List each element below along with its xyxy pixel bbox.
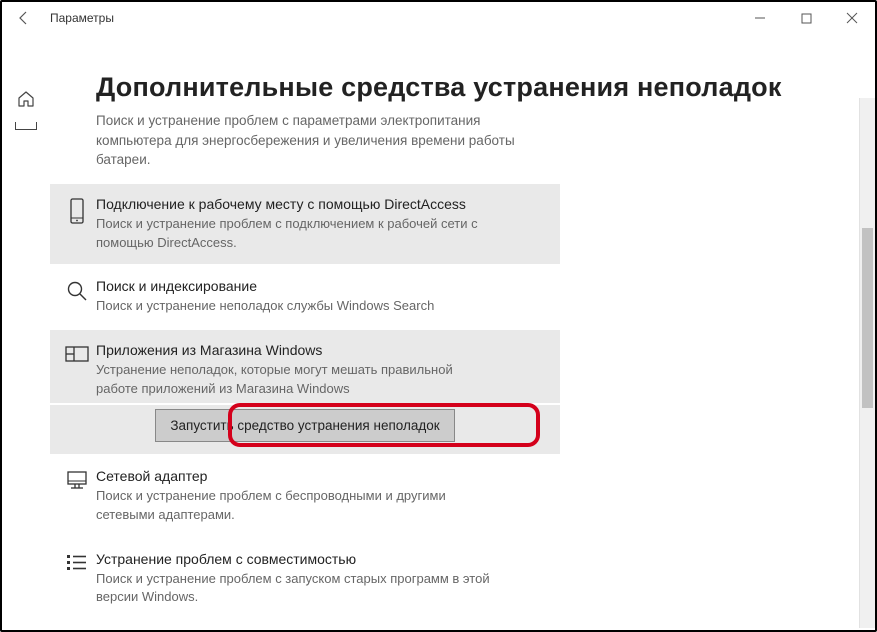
- close-button[interactable]: [829, 2, 875, 34]
- item-title: Подключение к рабочему месту с помощью D…: [96, 196, 548, 212]
- page-title: Дополнительные средства устранения непол…: [96, 72, 865, 103]
- item-desc: Поиск и устранение неполадок службы Wind…: [96, 297, 496, 316]
- run-troubleshooter-button[interactable]: Запустить средство устранения неполадок: [155, 409, 454, 442]
- close-icon: [846, 12, 858, 24]
- item-title: Поиск и индексирование: [96, 278, 548, 294]
- item-desc: Поиск и устранение проблем с подключение…: [96, 215, 496, 253]
- minimize-button[interactable]: [737, 2, 783, 34]
- item-desc: Поиск и устранение проблем с беспроводны…: [96, 487, 496, 525]
- maximize-button[interactable]: [783, 2, 829, 34]
- window-controls: [737, 2, 875, 34]
- phone-icon: [58, 196, 96, 253]
- home-underline-icon: [15, 122, 37, 130]
- left-gutter: [2, 34, 50, 630]
- home-icon[interactable]: [16, 89, 36, 114]
- item-directaccess[interactable]: Подключение к рабочему месту с помощью D…: [50, 184, 560, 265]
- item-desc: Устранение неполадок, которые могут меша…: [96, 361, 496, 399]
- search-icon: [58, 278, 96, 316]
- run-troubleshooter-row: Запустить средство устранения неполадок: [50, 405, 560, 454]
- titlebar: Параметры: [2, 2, 875, 34]
- arrow-left-icon: [16, 10, 32, 26]
- main-panel: Дополнительные средства устранения непол…: [50, 34, 875, 630]
- store-app-icon: [58, 342, 96, 399]
- compat-list-icon: [58, 551, 96, 608]
- scrollbar[interactable]: [859, 98, 875, 628]
- item-desc: Поиск и устранение проблем с запуском ст…: [96, 570, 496, 608]
- item-store[interactable]: Приложения из Магазина Windows Устранени…: [50, 330, 560, 403]
- item-search[interactable]: Поиск и индексирование Поиск и устранени…: [50, 266, 560, 328]
- back-button[interactable]: [16, 10, 50, 26]
- troubleshooter-list: Подключение к рабочему месту с помощью D…: [50, 184, 560, 620]
- item-network[interactable]: Сетевой адаптер Поиск и устранение пробл…: [50, 456, 560, 537]
- page-sublead: Поиск и устранение проблем с параметрами…: [96, 111, 526, 170]
- item-title: Приложения из Магазина Windows: [96, 342, 548, 358]
- network-adapter-icon: [58, 468, 96, 525]
- item-compat[interactable]: Устранение проблем с совместимостью Поис…: [50, 539, 560, 620]
- scroll-thumb[interactable]: [862, 228, 873, 408]
- minimize-icon: [754, 12, 766, 24]
- item-title: Устранение проблем с совместимостью: [96, 551, 548, 567]
- maximize-icon: [801, 13, 812, 24]
- item-title: Сетевой адаптер: [96, 468, 548, 484]
